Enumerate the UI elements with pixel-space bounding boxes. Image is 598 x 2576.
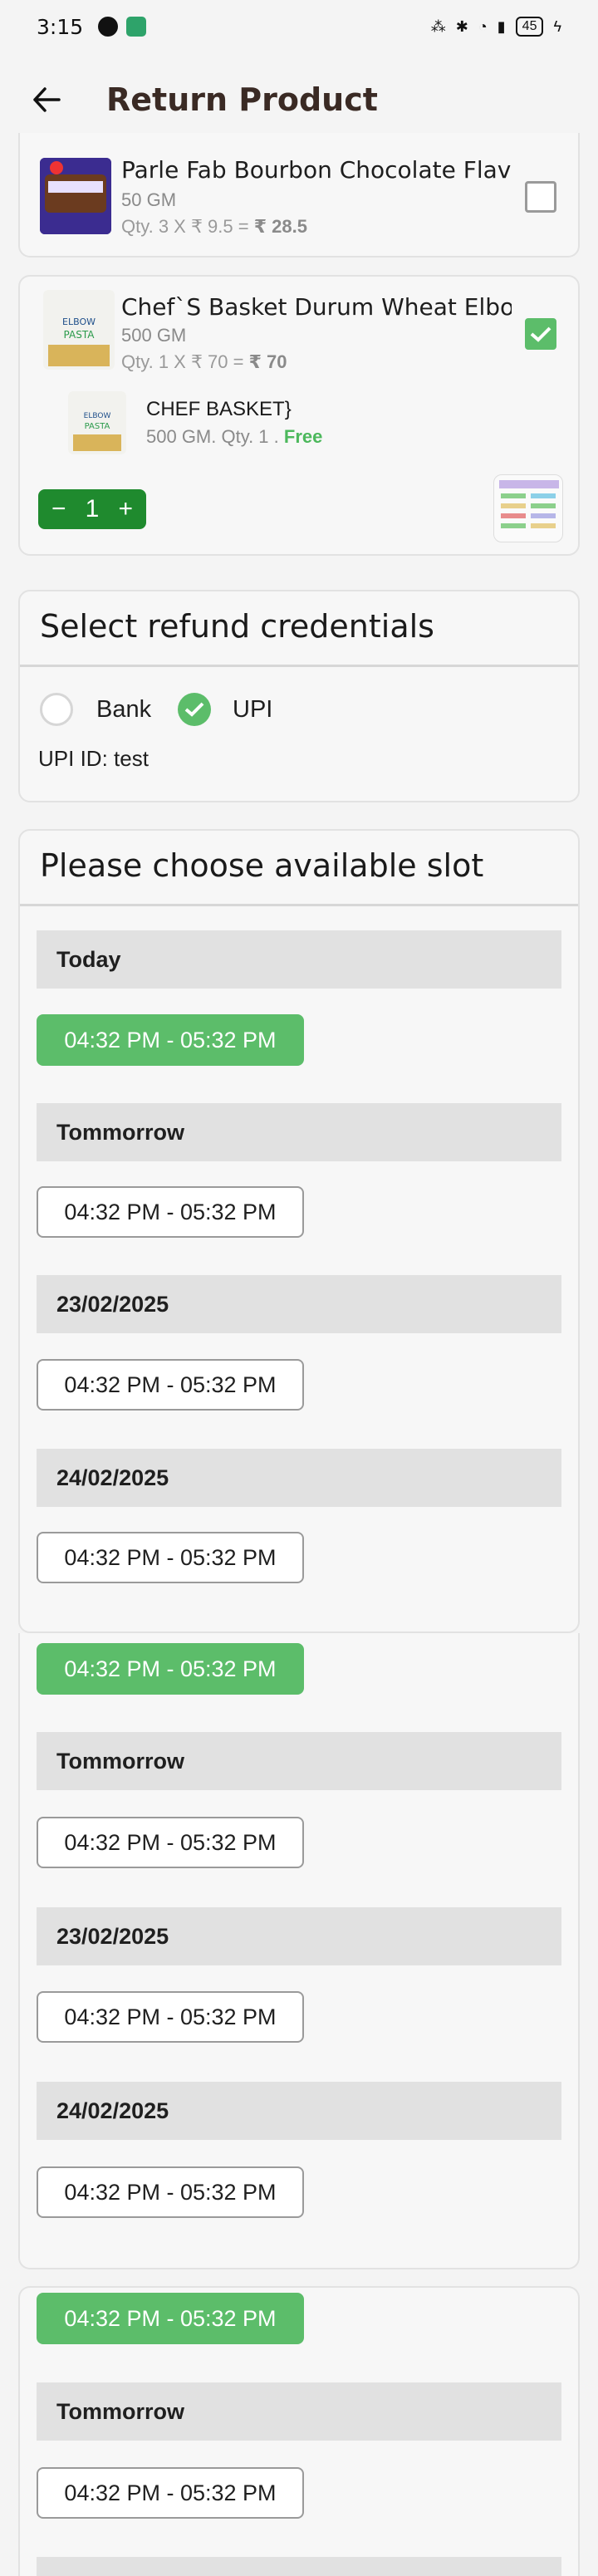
time-slot-button[interactable]: 04:32 PM - 05:32 PM: [37, 1186, 304, 1238]
product-card: Parle Fab Bourbon Chocolate Flav... 50 G…: [18, 133, 580, 258]
upi-label[interactable]: UPI: [233, 696, 272, 724]
status-time: 3:15: [37, 14, 84, 39]
product-checkbox[interactable]: [525, 181, 556, 213]
time-slot-button[interactable]: 04:32 PM - 05:32 PM: [37, 2293, 304, 2344]
minus-button[interactable]: −: [51, 495, 66, 523]
free-item-detail: 500 GM. Qty. 1 . Free: [146, 426, 323, 447]
time-slot-button[interactable]: 04:32 PM - 05:32 PM: [37, 1643, 304, 1695]
product-weight: 500 GM: [121, 325, 187, 346]
nfc-icon: ⁂: [430, 17, 446, 35]
product-image: ELBOW PASTA: [43, 290, 115, 370]
image-thumbnail[interactable]: [493, 474, 563, 542]
product-name: Parle Fab Bourbon Chocolate Flav...: [121, 156, 512, 184]
time-slot-button[interactable]: 04:32 PM - 05:32 PM: [37, 2166, 304, 2218]
plus-button[interactable]: +: [118, 495, 133, 523]
time-slot-button[interactable]: 04:32 PM - 05:32 PM: [37, 1359, 304, 1411]
wifi-icon: ◔: [478, 17, 488, 35]
bluetooth-icon: ✱: [455, 17, 468, 35]
product-qty: Qty. 3 X ₹ 9.5 = ₹ 28.5: [121, 216, 307, 237]
day-header: Tommorrow: [37, 1103, 561, 1161]
page-title: Return Product: [106, 81, 378, 118]
shield-notification-icon: [126, 17, 147, 37]
day-header: Tommorrow: [37, 2382, 561, 2441]
day-header: 23/02/2025: [37, 1907, 561, 1965]
day-header: 24/02/2025: [37, 2082, 561, 2140]
product-checkbox[interactable]: [525, 318, 556, 350]
bank-label[interactable]: Bank: [96, 696, 151, 724]
product-qty: Qty. 1 X ₹ 70 = ₹ 70: [121, 351, 287, 372]
status-icons: ⁂ ✱ ◔ ▮ 45 ϟ: [431, 17, 561, 37]
divider: [20, 904, 578, 906]
bank-radio[interactable]: [40, 693, 73, 726]
day-header: Today: [37, 930, 561, 989]
refund-card: Select refund credentials Bank UPI UPI I…: [18, 590, 580, 802]
product-name: Chef`S Basket Durum Wheat Elbo...: [121, 293, 512, 321]
free-item-name: CHEF BASKET}: [146, 398, 292, 420]
divider: [20, 665, 578, 667]
svg-text:ELBOW: ELBOW: [84, 412, 111, 420]
time-slot-button[interactable]: 04:32 PM - 05:32 PM: [37, 1014, 304, 1066]
time-slot-button[interactable]: 04:32 PM - 05:32 PM: [37, 1817, 304, 1868]
time-slot-button[interactable]: 04:32 PM - 05:32 PM: [37, 2467, 304, 2519]
check-icon: [184, 702, 204, 717]
day-header: Tommorrow: [37, 1732, 561, 1790]
refund-title: Select refund credentials: [40, 608, 434, 645]
battery-icon: 45: [515, 17, 544, 37]
product-weight: 50 GM: [121, 189, 177, 210]
svg-text:ELBOW: ELBOW: [62, 316, 96, 327]
day-header: 23/02/2025: [37, 1275, 561, 1333]
free-item-image: ELBOW PASTA: [68, 391, 126, 454]
product-total: ₹ 28.5: [253, 216, 307, 237]
app-notification-icon: [98, 17, 119, 37]
upi-id-text: UPI ID: test: [38, 746, 149, 771]
slot-title: Please choose available slot: [40, 847, 484, 884]
status-bar: 3:15 ⁂ ✱ ◔ ▮ 45 ϟ: [0, 0, 598, 53]
upi-radio[interactable]: [178, 693, 211, 726]
svg-text:PASTA: PASTA: [85, 422, 110, 431]
check-icon: [530, 326, 551, 342]
day-header: 24/02/2025: [37, 1449, 561, 1507]
signal-icon: ▮: [497, 17, 506, 35]
back-arrow-icon[interactable]: [30, 83, 63, 116]
charging-icon: ϟ: [553, 17, 561, 35]
day-header-partial: [37, 2557, 561, 2576]
app-bar: Return Product: [0, 66, 598, 133]
free-label: Free: [283, 426, 323, 447]
quantity-stepper: − 1 +: [38, 489, 146, 529]
time-slot-button[interactable]: 04:32 PM - 05:32 PM: [37, 1991, 304, 2043]
product-card: ELBOW PASTA Chef`S Basket Durum Wheat Elb…: [18, 275, 580, 556]
time-slot-button[interactable]: 04:32 PM - 05:32 PM: [37, 1532, 304, 1583]
quantity-value: 1: [85, 495, 100, 523]
svg-text:PASTA: PASTA: [64, 329, 96, 341]
product-image: [40, 158, 111, 234]
product-total: ₹ 70: [248, 351, 287, 372]
